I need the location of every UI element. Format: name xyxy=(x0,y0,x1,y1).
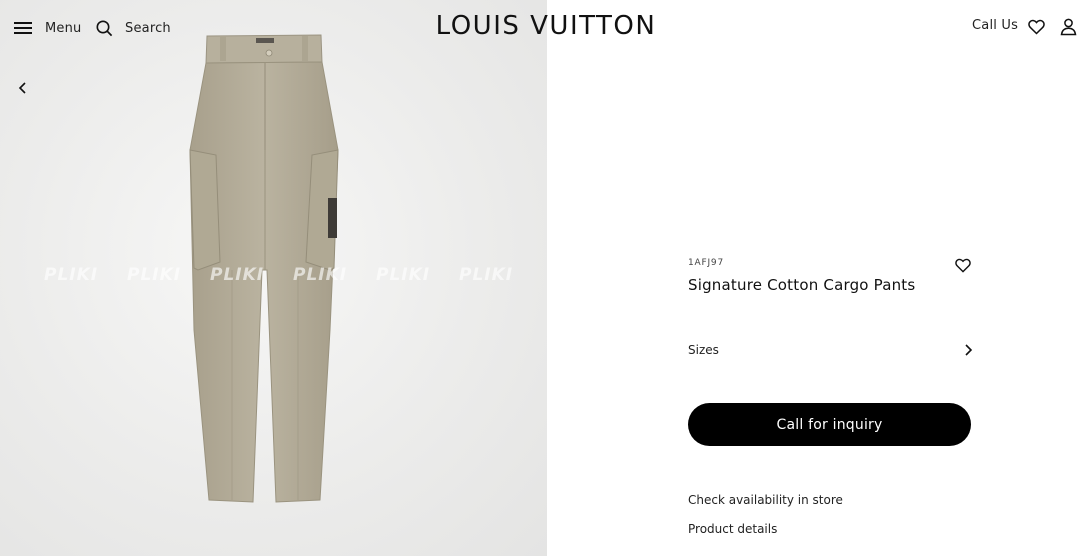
watermark-text: PLIKI xyxy=(459,265,514,285)
product-title: Signature Cotton Cargo Pants xyxy=(688,276,916,294)
gallery-prev-button[interactable] xyxy=(12,77,34,99)
watermark-text: PLIKI xyxy=(127,265,182,285)
chevron-left-icon xyxy=(18,82,26,94)
wishlist-button[interactable] xyxy=(1026,17,1046,37)
product-details-link[interactable]: Product details xyxy=(688,522,777,536)
product-sku: 1AFJ97 xyxy=(688,258,724,268)
brand-logo[interactable]: LOUIS VUITTON xyxy=(0,11,1080,41)
watermark-text: PLIKI xyxy=(293,265,348,285)
product-page: PLIKI PLIKI PLIKI PLIKI PLIKI PLIKI Menu… xyxy=(0,0,1080,556)
check-availability-link[interactable]: Check availability in store xyxy=(688,493,843,507)
account-button[interactable] xyxy=(1058,17,1078,37)
user-icon xyxy=(1060,18,1076,36)
watermark-text: PLIKI xyxy=(210,265,265,285)
sizes-label: Sizes xyxy=(688,343,719,357)
product-wishlist-button[interactable] xyxy=(953,255,973,275)
heart-icon xyxy=(1027,19,1045,35)
heart-icon xyxy=(955,258,971,273)
call-us-link[interactable]: Call Us xyxy=(972,18,1018,33)
product-gallery: PLIKI PLIKI PLIKI PLIKI PLIKI PLIKI xyxy=(0,0,547,556)
call-for-inquiry-button[interactable]: Call for inquiry xyxy=(688,403,971,446)
watermark-text: PLIKI xyxy=(44,265,99,285)
site-header: Menu Search LOUIS VUITTON Call Us xyxy=(0,0,1080,56)
sizes-selector[interactable]: Sizes xyxy=(688,338,973,362)
chevron-right-icon xyxy=(965,344,973,356)
watermark-row: PLIKI PLIKI PLIKI PLIKI PLIKI PLIKI xyxy=(44,265,544,295)
watermark-text: PLIKI xyxy=(376,265,431,285)
